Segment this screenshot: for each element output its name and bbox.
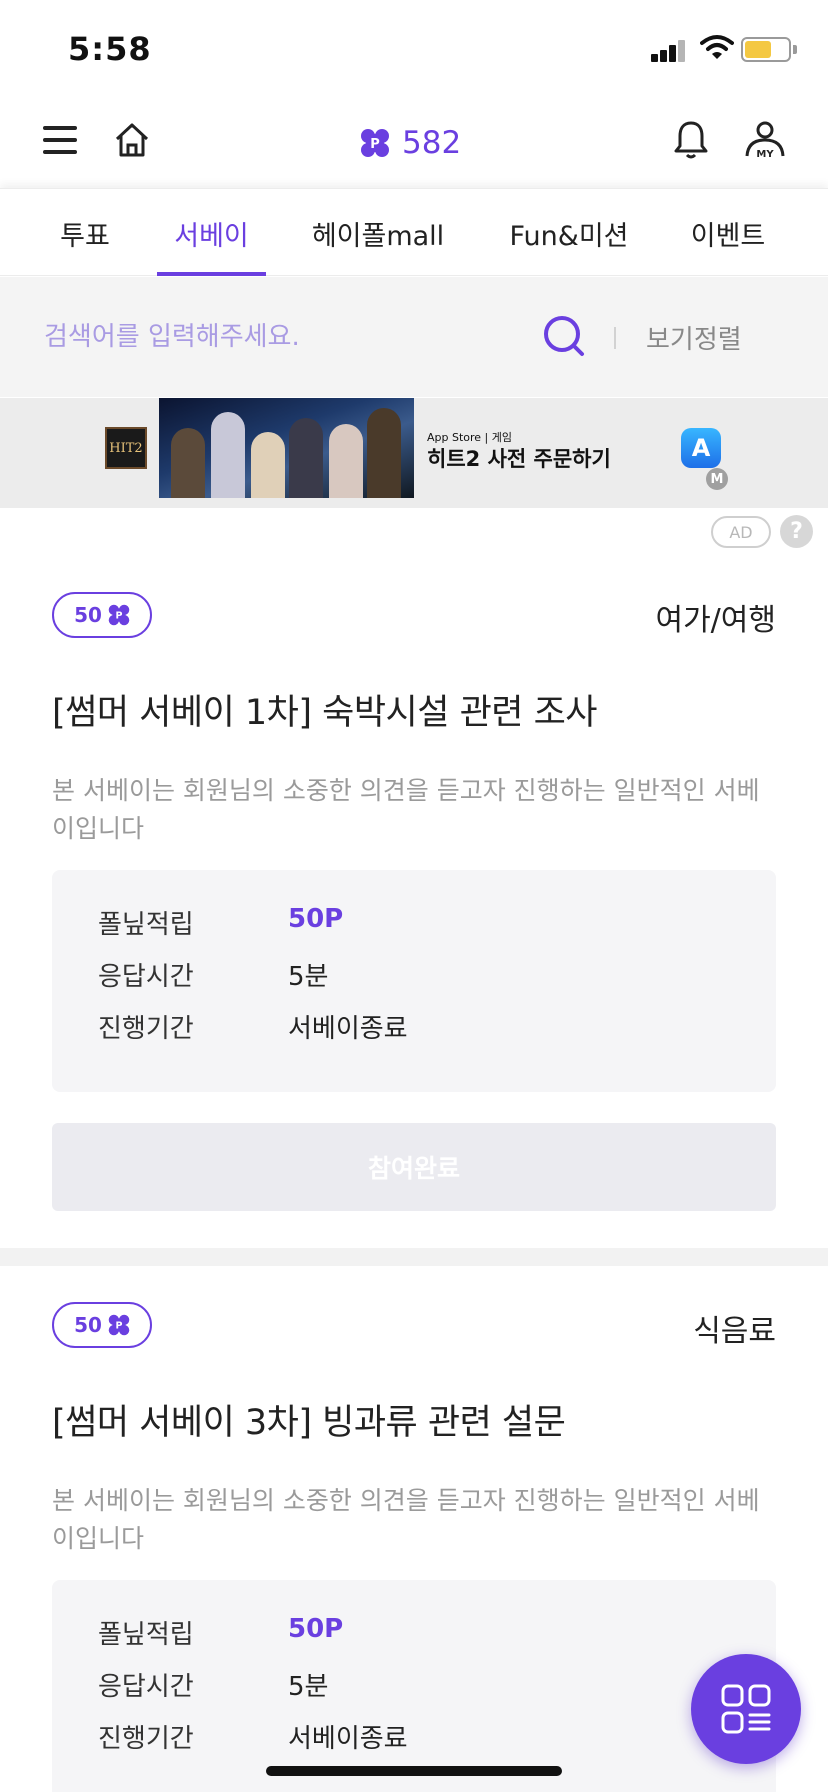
status-bar: 5:58	[0, 0, 828, 96]
survey-category: 여가/여행	[655, 603, 776, 638]
home-button[interactable]	[104, 112, 160, 168]
survey-description: 본 서베이는 회원님의 소중한 의견을 듣고자 진행하는 일반적인 서베이입니다	[52, 1486, 760, 1553]
my-page-button[interactable]: MY	[737, 112, 793, 168]
survey-description: 본 서베이는 회원님의 소중한 의견을 듣고자 진행하는 일반적인 서베이입니다	[52, 776, 760, 843]
home-icon	[115, 123, 149, 157]
ad-artwork	[159, 398, 414, 498]
ad-help-button[interactable]: ?	[780, 515, 813, 548]
point-badge-value: 50	[74, 603, 102, 627]
survey-title[interactable]: [썸머 서베이 1차] 숙박시설 관련 조사	[52, 684, 598, 735]
grid-menu-icon	[721, 1684, 771, 1734]
info-row-period: 진행기간 서베이종료	[98, 1718, 408, 1758]
tab-fun-mission[interactable]: Fun&미션	[497, 189, 641, 277]
search-input[interactable]	[44, 307, 524, 367]
my-profile-icon: MY	[745, 121, 785, 160]
info-row-time: 응답시간 5분	[98, 956, 328, 996]
tab-survey[interactable]: 서베이	[157, 189, 266, 277]
survey-category: 식음료	[693, 1314, 776, 1349]
info-row-time: 응답시간 5분	[98, 1666, 328, 1706]
info-value: 서베이종료	[288, 1724, 408, 1754]
info-label: 진행기간	[98, 1014, 194, 1044]
point-coin-icon: P	[361, 129, 389, 157]
survey-info-box: 폴닢적립 50P 응답시간 5분 진행기간 서베이종료	[52, 870, 776, 1092]
status-time: 5:58	[68, 30, 152, 68]
point-coin-icon: P	[108, 604, 130, 626]
point-badge: 50 P	[52, 1302, 152, 1348]
quick-menu-button[interactable]	[691, 1654, 801, 1764]
main-tabs: 투표 서베이 헤이폴mall Fun&미션 이벤트	[0, 188, 828, 276]
ad-m-badge: M	[706, 468, 728, 490]
card-separator	[0, 1248, 828, 1266]
point-balance[interactable]: P 582	[360, 118, 461, 168]
ad-title: 히트2 사전 주문하기	[427, 447, 611, 471]
info-label: 진행기간	[98, 1724, 194, 1754]
info-row-points: 폴닢적립 50P	[98, 1614, 343, 1654]
battery-icon	[741, 37, 791, 62]
survey-card: 50 P 여가/여행 [썸머 서베이 1차] 숙박시설 관련 조사 본 서베이는…	[0, 560, 828, 1248]
wifi-icon	[700, 35, 734, 59]
survey-info-box: 폴닢적립 50P 응답시간 5분 진행기간 서베이종료	[52, 1580, 776, 1792]
info-value: 5분	[288, 1672, 329, 1702]
survey-title[interactable]: [썸머 서베이 3차] 빙과류 관련 설문	[52, 1394, 566, 1445]
svg-text:P: P	[115, 611, 122, 622]
point-value: 582	[402, 125, 462, 161]
tab-heypoll-mall[interactable]: 헤이폴mall	[292, 189, 464, 277]
participation-complete-button[interactable]: 참여완료	[52, 1123, 776, 1211]
home-indicator	[266, 1766, 562, 1776]
search-divider	[614, 327, 616, 349]
point-badge: 50 P	[52, 592, 152, 638]
sort-button[interactable]: 보기정렬	[646, 319, 742, 356]
search-button[interactable]	[540, 312, 588, 364]
menu-button[interactable]	[32, 112, 88, 168]
point-badge-value: 50	[74, 1313, 102, 1337]
search-bar: 보기정렬	[0, 277, 828, 397]
info-label: 응답시간	[98, 1672, 194, 1702]
ad-label: AD	[711, 516, 771, 548]
svg-text:P: P	[370, 137, 380, 152]
info-value: 서베이종료	[288, 1014, 408, 1044]
bell-icon	[674, 121, 708, 159]
info-row-points: 폴닢적립 50P	[98, 904, 343, 944]
info-value: 50P	[288, 1614, 344, 1644]
info-row-period: 진행기간 서베이종료	[98, 1008, 408, 1048]
info-value: 50P	[288, 904, 344, 934]
svg-text:MY: MY	[756, 149, 774, 160]
point-coin-icon: P	[108, 1314, 130, 1336]
info-label: 폴닢적립	[98, 910, 194, 940]
ad-banner[interactable]: HIT2 App Store | 게임 히트2 사전 주문하기 A	[0, 398, 828, 508]
app-header: P 582 MY	[0, 96, 828, 188]
info-label: 폴닢적립	[98, 1620, 194, 1650]
menu-icon	[43, 126, 77, 154]
active-tab-indicator	[157, 272, 266, 276]
cellular-signal-icon	[651, 38, 687, 62]
svg-text:P: P	[115, 1321, 122, 1332]
tab-vote[interactable]: 투표	[40, 189, 130, 277]
game-logo: HIT2	[105, 427, 147, 469]
search-icon	[544, 316, 584, 356]
notification-button[interactable]	[663, 112, 719, 168]
info-label: 응답시간	[98, 962, 194, 992]
battery-tip	[793, 45, 797, 54]
info-value: 5분	[288, 962, 329, 992]
tab-event[interactable]: 이벤트	[676, 189, 780, 277]
app-store-icon: A	[681, 428, 721, 468]
